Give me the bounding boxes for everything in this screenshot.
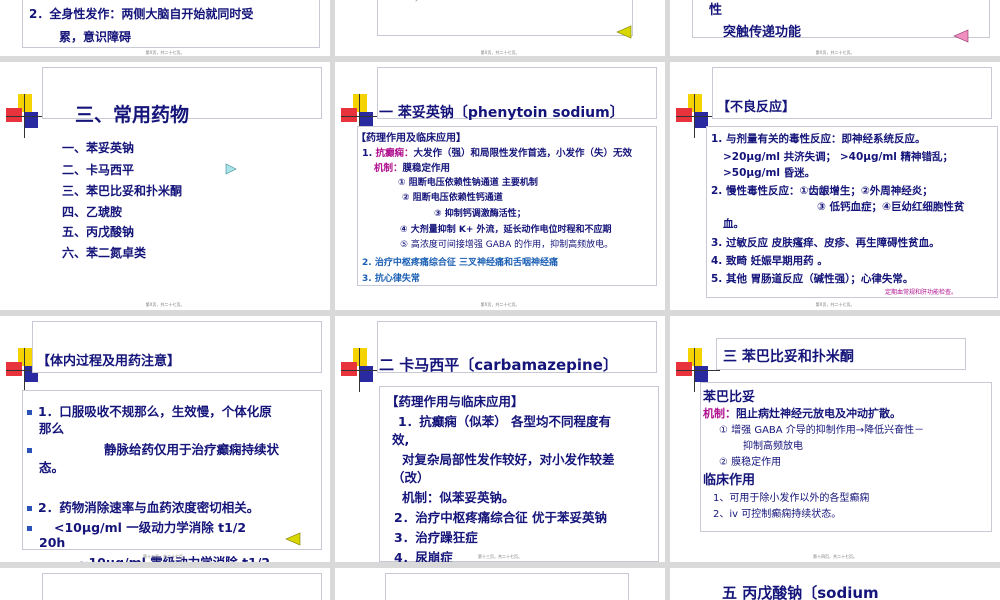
adverse-line: 5. 其他 胃肠道反应（碱性强）；心律失常。 [711,273,914,285]
subheading: 苯巴比妥 [703,390,756,405]
slide-1[interactable]: 2．全身性发作：两侧大脑自开始就同时受 累，意识障碍 第X页，共二十七页。 [0,0,330,56]
mechanism-item: ④ 大剂量抑制 K+ 外流，延长动作电位时程和不应期 [400,225,612,235]
slide-1-content-box: 2．全身性发作：两侧大脑自开始就同时受 累，意识障碍 [22,0,320,48]
slide-6[interactable]: 【不良反应】 1. 与剂量有关的毒性反应：即神经系统反应。 >20μg/ml 共… [670,62,1000,310]
pharmacokinetic-line: 静脉给药仅用于治疗癫痫持续状 [27,439,279,458]
slide-10-title-box [42,573,322,600]
slide-11-title-box [385,573,629,600]
mechanism-item: ⑤ 高浓度可间接增强 GABA 的作用，抑制高频放电。 [400,240,614,250]
slide-7-title-box: 【体内过程及用药注意】 [32,321,322,373]
slide-footer: 第十三页，共二十七页。 [478,554,522,559]
adverse-line: >20μg/ml 共济失调； >40μg/ml 精神错乱； [723,151,954,163]
slide-1-line-1: 2．全身性发作：两侧大脑自开始就同时受 [29,7,254,21]
slide-footer: 第X页，共二十七页。 [480,50,520,55]
slide-3[interactable]: 性 突触传递功能 第X页，共二十七页。 [670,0,1000,56]
pharmacokinetic-line: <10μg/ml 一级动力学消除 t1/2 [27,517,246,536]
slide-footer: 第X页，共二十七页。 [145,50,185,55]
slide-5-title: 一 苯妥英钠〔phenytoin sodium〕 [379,105,624,121]
drug-list-item[interactable]: 二、卡马西平 [62,161,134,178]
adverse-line: 3. 过敏反应 皮肤瘙痒、皮疹、再生障碍性贫血。 [711,237,940,249]
indication-line: 3. 抗心律失常 [362,274,420,284]
nav-arrow-left-icon[interactable] [284,532,302,546]
mechanism-item: ② 膜稳定作用 [719,457,782,468]
slide-7-content-box: 1．口服吸收不规那么，生效慢，个体化原 那么 静脉给药仅用于治疗癫痫持续状 态。… [22,390,322,550]
slide-12-title: 五 丙戊酸钠〔sodium [722,584,879,600]
slide-6-content-box: 1. 与剂量有关的毒性反应：即神经系统反应。 >20μg/ml 共济失调； >4… [706,126,998,298]
clinical-line: 3．治疗躁狂症 [394,530,478,545]
slide-9-title: 三 苯巴比妥和扑米酮 [723,349,854,365]
mechanism-item: ① 增强 GABA 介导的抑制作用→降低兴奋性－ [719,425,925,436]
indication-line: 1. 抗癫痫：大发作（强）和局限性发作首选，小发作（失）无效 [362,148,633,159]
slide-5[interactable]: 一 苯妥英钠〔phenytoin sodium〕 【药理作用及临床应用】 1. … [335,62,665,310]
drug-list-item[interactable]: 四、乙琥胺 [62,203,122,220]
indication-line: 2. 治疗中枢疼痛综合征 三叉神经痛和舌咽神经痛 [362,258,558,268]
slide-3-line-2: 突触传递功能 [723,25,802,40]
nav-arrow-right-icon[interactable] [224,163,238,175]
slide-8-content-box: 【药理作用与临床应用】 1．抗癫痫（似苯） 各型均不同程度有 效, 对复杂局部性… [379,386,659,562]
slide-1-line-2: 累，意识障碍 [59,30,132,44]
slide-6-title: 【不良反应】 [717,100,796,115]
slide-footer: 第X页，共二十七页。 [145,302,185,307]
subheading: 临床作用 [703,473,756,488]
clinical-line: 2．治疗中枢疼痛综合征 优于苯妥英钠 [394,510,608,525]
section-heading: 【药理作用与临床应用】 [386,394,524,409]
slide-footer: 第X页，共二十七页。 [815,302,855,307]
mechanism-item: ① 阻断电压依赖性钠通道 主要机制 [398,178,538,188]
adverse-line: ③ 低钙血症；④巨幼红细胞性贫 [817,201,965,213]
mechanism-item: ③ 抑制钙调激酶活性； [434,209,526,219]
adverse-line: 1. 与剂量有关的毒性反应：即神经系统反应。 [711,133,926,145]
slide-footer: 第X页，共二十七页。 [480,302,520,307]
adverse-line: 4. 致畸 妊娠早期用药 。 [711,255,828,267]
slide-4-title-box: 三、常用药物 [42,67,322,126]
clinical-line: 对复杂局部性发作较好，对小发作较差 [402,452,615,467]
slide-footer: 第X页，共二十七页。 [815,50,855,55]
slide-2-partial-text: ……，…… [392,0,447,4]
slide-9[interactable]: 三 苯巴比妥和扑米酮 苯巴比妥 机制：阻止病灶神经元放电及冲动扩散。 ① 增强 … [670,316,1000,562]
monitoring-note: 定期血常规和肝功能检查。 [885,289,958,296]
slide-5-content-box: 【药理作用及临床应用】 1. 抗癫痫：大发作（强）和局限性发作首选，小发作（失）… [356,126,657,286]
drug-list-item[interactable]: 一、苯妥英钠 [62,139,134,156]
mechanism-line: 机制：膜稳定作用 [374,163,451,174]
slide-7[interactable]: 【体内过程及用药注意】 1．口服吸收不规那么，生效慢，个体化原 那么 静脉给药仅… [0,316,330,562]
slide-7-title: 【体内过程及用药注意】 [37,354,181,369]
clinical-line: 效, [392,432,410,447]
slide-11[interactable] [335,568,665,600]
clinical-line: （改） [392,470,430,485]
slide-3-content-box: 性 突触传递功能 [692,0,990,40]
clinical-line: 机制：似苯妥英钠。 [402,490,515,505]
pharmacokinetic-line: 20h [39,535,66,550]
slide-12[interactable]: 五 丙戊酸钠〔sodium [670,568,1000,600]
slide-4[interactable]: 三、常用药物 一、苯妥英钠 二、卡马西平 三、苯巴比妥和扑米酮 四、乙琥胺 五、… [0,62,330,310]
section-heading: 【药理作用及临床应用】 [356,133,466,144]
drug-list-item[interactable]: 五、丙戊酸钠 [62,223,134,240]
drug-list-item[interactable]: 六、苯二氮卓类 [62,244,146,261]
slide-10[interactable] [0,568,330,600]
slide-8[interactable]: 二 卡马西平〔carbamazepine〕 【药理作用与临床应用】 1．抗癫痫（… [335,316,665,562]
slide-2-content-box: ……，…… [377,0,633,36]
clinical-item: 2、iv 可控制癫痫持续状态。 [713,509,842,520]
mechanism-line: 机制：阻止病灶神经元放电及冲动扩散。 [703,407,901,420]
slide-8-title: 二 卡马西平〔carbamazepine〕 [379,356,618,374]
slide-footer: 第十四页，共二十七页。 [813,554,857,559]
slide-9-content-box: 苯巴比妥 机制：阻止病灶神经元放电及冲动扩散。 ① 增强 GABA 介导的抑制作… [700,382,992,532]
clinical-item: 1、可用于除小发作以外的各型癫痫 [713,493,870,504]
slide-4-title: 三、常用药物 [75,104,190,126]
clinical-line: 1．抗癫痫（似苯） 各型均不同程度有 [398,414,612,429]
pharmacokinetic-line: 态。 [39,460,65,475]
adverse-line: 血。 [723,218,744,230]
slide-6-title-box: 【不良反应】 [712,67,992,119]
pharmacokinetic-line: 2．药物消除速率与血药浓度密切相关。 [27,497,259,516]
adverse-line: >50μg/ml 昏迷。 [723,167,816,179]
mechanism-item: ② 阻断电压依赖性钙通道 [402,193,503,203]
slide-footer: 第十二页，共二十七页。 [143,554,187,559]
nav-arrow-left-icon[interactable] [615,25,633,39]
pharmacokinetic-line: 那么 [39,421,65,436]
adverse-line: 2. 慢性毒性反应：①齿龈增生；②外周神经炎； [711,185,933,197]
mechanism-item: 抑制高频放电 [743,441,803,452]
drug-list-item[interactable]: 三、苯巴比妥和扑米酮 [62,182,182,199]
slide-3-line-1: 性 [709,3,723,18]
slide-9-title-box: 三 苯巴比妥和扑米酮 [716,338,966,370]
nav-arrow-left-icon[interactable] [952,29,970,43]
slide-2[interactable]: ……，…… 第X页，共二十七页。 [335,0,665,56]
